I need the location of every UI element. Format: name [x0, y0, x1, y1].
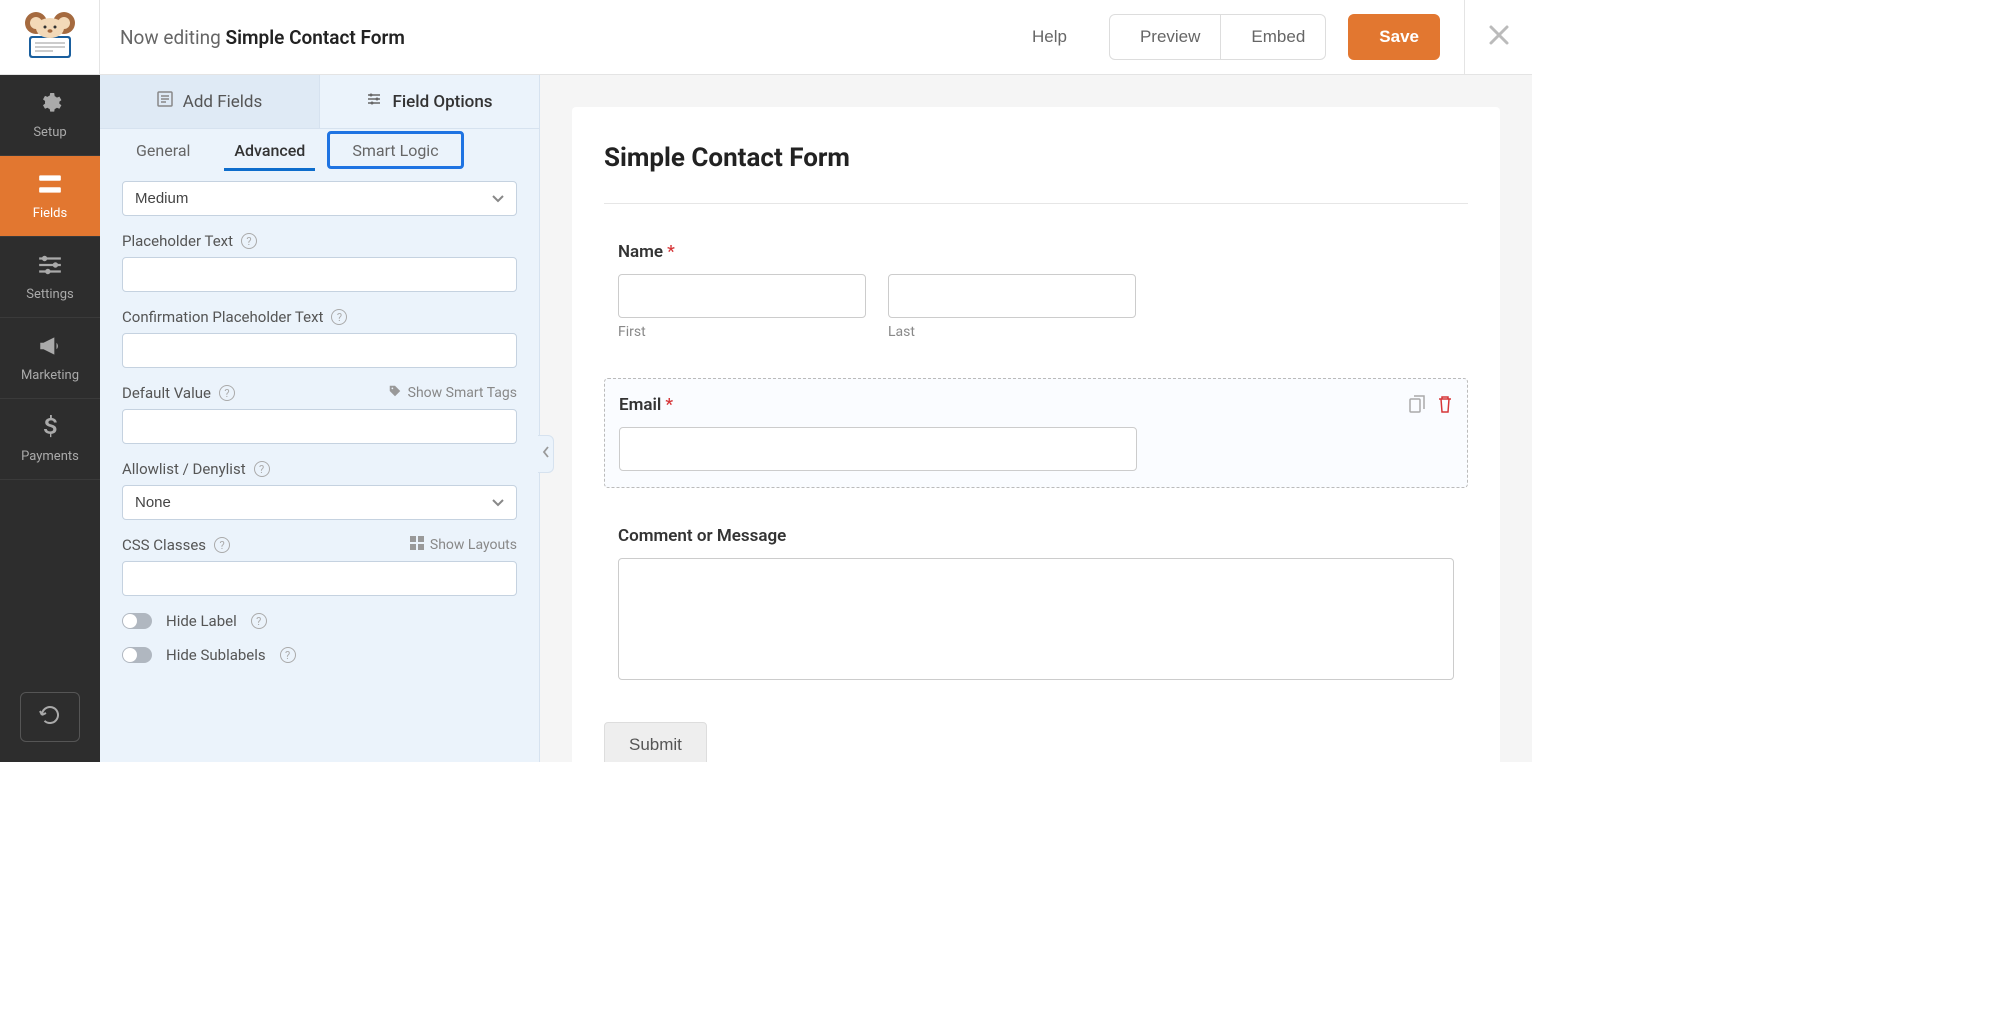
subtab-general[interactable]: General	[114, 129, 212, 171]
required-asterisk: *	[665, 395, 673, 415]
default-value-label: Default Value	[122, 384, 211, 402]
field-options-icon	[366, 91, 382, 112]
form-preview: Simple Contact Form Name * First Las	[572, 107, 1500, 762]
collapse-panel-button[interactable]	[538, 435, 554, 473]
tab-add-fields[interactable]: Add Fields	[100, 75, 320, 128]
help-icon[interactable]: ?	[280, 647, 296, 663]
help-button[interactable]: Help	[1002, 14, 1087, 60]
field-email[interactable]: Email *	[604, 378, 1468, 488]
embed-label: Embed	[1251, 27, 1305, 47]
megaphone-icon	[37, 334, 63, 362]
close-button[interactable]	[1464, 0, 1532, 75]
css-classes-input[interactable]	[122, 561, 517, 596]
undo-icon	[39, 705, 61, 729]
help-icon[interactable]: ?	[251, 613, 267, 629]
name-label: Name	[618, 242, 663, 262]
revisions-button[interactable]	[20, 692, 80, 742]
nav-marketing-label: Marketing	[21, 368, 79, 383]
duplicate-field-icon[interactable]	[1409, 395, 1425, 417]
help-icon[interactable]: ?	[214, 537, 230, 553]
subtab-general-label: General	[136, 141, 190, 160]
form-title: Simple Contact Form	[604, 143, 1468, 204]
tag-icon	[388, 384, 402, 402]
email-label: Email	[619, 395, 661, 415]
editing-form-name: Simple Contact Form	[226, 26, 405, 49]
help-icon[interactable]: ?	[219, 385, 235, 401]
preview-label: Preview	[1140, 27, 1200, 47]
subtab-smart-logic[interactable]: Smart Logic	[327, 131, 463, 169]
help-label: Help	[1032, 27, 1067, 47]
placeholder-text-label: Placeholder Text	[122, 232, 233, 250]
save-label: Save	[1379, 27, 1419, 47]
gear-icon	[37, 91, 63, 119]
required-asterisk: *	[667, 242, 675, 262]
vertical-nav: Setup Fields Settings Marketing Payments	[0, 75, 100, 762]
comment-label: Comment or Message	[618, 526, 786, 546]
nav-settings-label: Settings	[26, 287, 73, 302]
field-comment[interactable]: Comment or Message	[604, 518, 1468, 692]
embed-button[interactable]: Embed	[1221, 14, 1326, 60]
show-layouts-link[interactable]: Show Layouts	[410, 536, 517, 554]
dollar-icon	[37, 415, 63, 443]
nav-payments-label: Payments	[21, 449, 79, 464]
submit-label: Submit	[629, 735, 682, 754]
subtab-smart-logic-label: Smart Logic	[352, 141, 438, 160]
editing-prefix: Now editing	[120, 26, 221, 49]
add-fields-icon	[157, 91, 173, 112]
hide-sublabels-text: Hide Sublabels	[166, 646, 266, 664]
preview-button[interactable]: Preview	[1109, 14, 1221, 60]
css-classes-label: CSS Classes	[122, 536, 206, 554]
allowlist-select[interactable]: None	[122, 485, 517, 520]
show-smart-tags-link[interactable]: Show Smart Tags	[388, 384, 517, 402]
sliders-icon	[37, 253, 63, 281]
email-input[interactable]	[619, 427, 1137, 471]
tab-field-options[interactable]: Field Options	[320, 75, 539, 128]
comment-textarea[interactable]	[618, 558, 1454, 680]
submit-button[interactable]: Submit	[604, 722, 707, 762]
close-icon	[1487, 23, 1511, 51]
nav-fields-label: Fields	[33, 206, 67, 221]
subtab-advanced-label: Advanced	[234, 141, 305, 160]
help-icon[interactable]: ?	[241, 233, 257, 249]
hide-sublabels-toggle[interactable]	[122, 647, 152, 663]
fields-icon	[37, 172, 63, 200]
wpforms-logo-icon	[19, 10, 81, 64]
editing-title: Now editing Simple Contact Form	[100, 26, 1002, 49]
app-logo[interactable]	[0, 0, 100, 75]
last-sublabel: Last	[888, 324, 1136, 340]
smart-tags-label: Show Smart Tags	[408, 385, 517, 401]
save-button[interactable]: Save	[1348, 14, 1440, 60]
delete-field-icon[interactable]	[1437, 395, 1453, 417]
allowlist-label: Allowlist / Denylist	[122, 460, 246, 478]
nav-fields[interactable]: Fields	[0, 156, 100, 237]
nav-settings[interactable]: Settings	[0, 237, 100, 318]
hide-label-toggle[interactable]	[122, 613, 152, 629]
chevron-left-icon	[542, 446, 550, 462]
grid-icon	[410, 536, 424, 554]
tab-add-fields-label: Add Fields	[183, 92, 263, 112]
default-value-input[interactable]	[122, 409, 517, 444]
help-icon[interactable]: ?	[254, 461, 270, 477]
confirmation-placeholder-label: Confirmation Placeholder Text	[122, 308, 323, 326]
field-name[interactable]: Name * First Last	[604, 234, 1468, 348]
help-icon[interactable]: ?	[331, 309, 347, 325]
field-size-select[interactable]: Medium	[122, 181, 517, 216]
first-sublabel: First	[618, 324, 866, 340]
nav-payments[interactable]: Payments	[0, 399, 100, 480]
placeholder-text-input[interactable]	[122, 257, 517, 292]
first-name-input[interactable]	[618, 274, 866, 318]
nav-setup[interactable]: Setup	[0, 75, 100, 156]
tab-field-options-label: Field Options	[392, 92, 492, 112]
nav-marketing[interactable]: Marketing	[0, 318, 100, 399]
nav-setup-label: Setup	[33, 125, 66, 140]
show-layouts-label: Show Layouts	[430, 537, 517, 553]
subtab-advanced[interactable]: Advanced	[212, 129, 327, 171]
last-name-input[interactable]	[888, 274, 1136, 318]
confirmation-placeholder-input[interactable]	[122, 333, 517, 368]
hide-label-text: Hide Label	[166, 612, 237, 630]
